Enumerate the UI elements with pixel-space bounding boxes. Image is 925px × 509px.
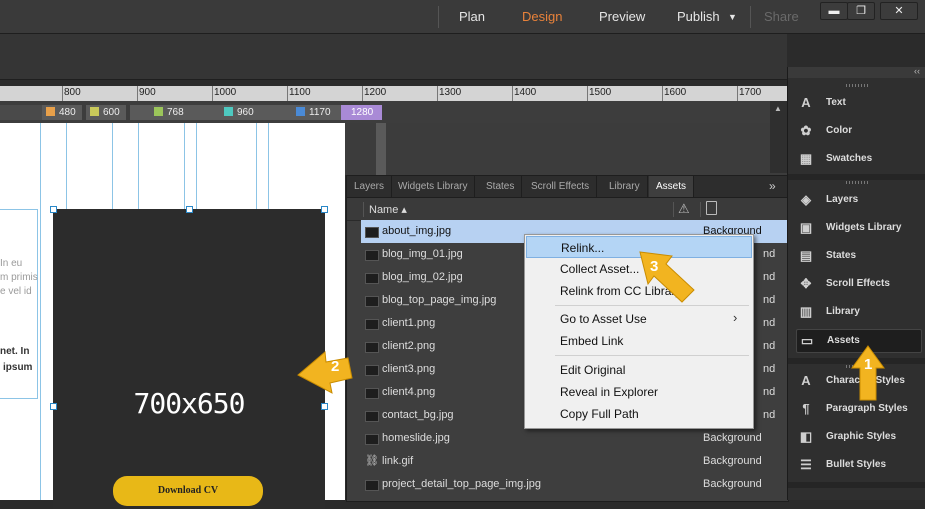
annotation-arrow-3 — [639, 251, 695, 303]
annotation-badge-3: 3 — [650, 258, 659, 275]
annotation-arrow-1 — [851, 345, 885, 401]
annotation-badge-2: 2 — [331, 358, 340, 375]
annotation-badge-1: 1 — [864, 356, 873, 373]
annotation-overlay — [297, 251, 885, 401]
annotation-arrow-2 — [297, 351, 353, 394]
